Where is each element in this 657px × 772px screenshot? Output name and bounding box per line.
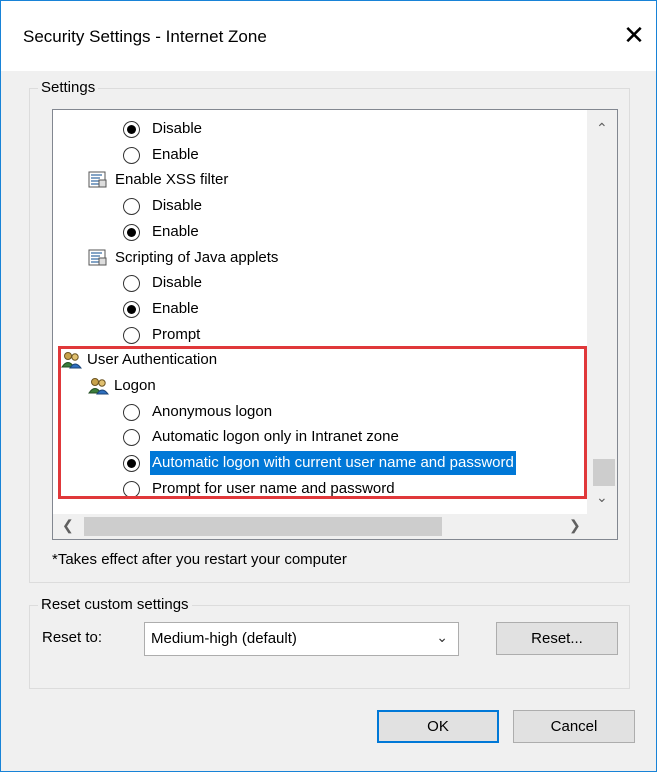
- radio-button[interactable]: [123, 275, 140, 293]
- row-label: Disable: [152, 197, 203, 215]
- reset-to-label: Reset to:: [42, 629, 103, 646]
- script-setting-icon: [88, 249, 108, 267]
- chevron-down-icon: ⌄: [436, 629, 448, 645]
- radio-button[interactable]: [123, 326, 140, 344]
- row-label: Enable: [152, 145, 199, 163]
- scroll-corner: [587, 514, 617, 539]
- radio-button[interactable]: [123, 121, 140, 138]
- vertical-scrollbar[interactable]: [587, 110, 617, 514]
- settings-legend: Settings: [38, 79, 99, 96]
- vertical-scroll-thumb[interactable]: [593, 459, 615, 486]
- row-label: Enable: [152, 299, 199, 317]
- row-label: Enable: [152, 222, 199, 240]
- row-label: Scripting of Java applets: [115, 248, 279, 266]
- reset-button[interactable]: Reset...: [496, 622, 618, 655]
- row-label: Disable: [152, 120, 203, 137]
- radio-button[interactable]: [123, 300, 140, 318]
- window-title: Security Settings - Internet Zone: [23, 27, 267, 46]
- title-bar: Security Settings - Internet Zone ✕: [1, 1, 656, 71]
- cancel-button[interactable]: Cancel: [513, 710, 635, 743]
- user-authentication-highlight-box: [58, 346, 587, 499]
- radio-button[interactable]: [123, 223, 140, 241]
- scroll-left-icon[interactable]: ❮: [62, 517, 74, 534]
- scroll-right-icon[interactable]: ❯: [569, 517, 581, 534]
- row-label: Disable: [152, 274, 203, 292]
- script-setting-icon: [88, 171, 108, 189]
- radio-button[interactable]: [123, 198, 140, 216]
- restart-note: *Takes effect after you restart your com…: [52, 551, 347, 568]
- radio-button[interactable]: [123, 146, 140, 164]
- ok-button[interactable]: OK: [377, 710, 499, 743]
- reset-to-select[interactable]: Medium-high (default) ⌄: [144, 622, 459, 656]
- scroll-up-icon[interactable]: ⌃: [596, 120, 608, 137]
- scroll-down-icon[interactable]: ⌄: [596, 489, 608, 506]
- close-icon[interactable]: ✕: [614, 15, 654, 55]
- reset-to-value: Medium-high (default): [151, 630, 297, 647]
- row-label: Prompt: [152, 325, 201, 343]
- reset-legend: Reset custom settings: [38, 596, 192, 613]
- row-label: Enable XSS filter: [115, 171, 229, 189]
- horizontal-scroll-thumb[interactable]: [84, 517, 442, 536]
- security-settings-dialog: Security Settings - Internet Zone ✕ Sett…: [0, 0, 657, 772]
